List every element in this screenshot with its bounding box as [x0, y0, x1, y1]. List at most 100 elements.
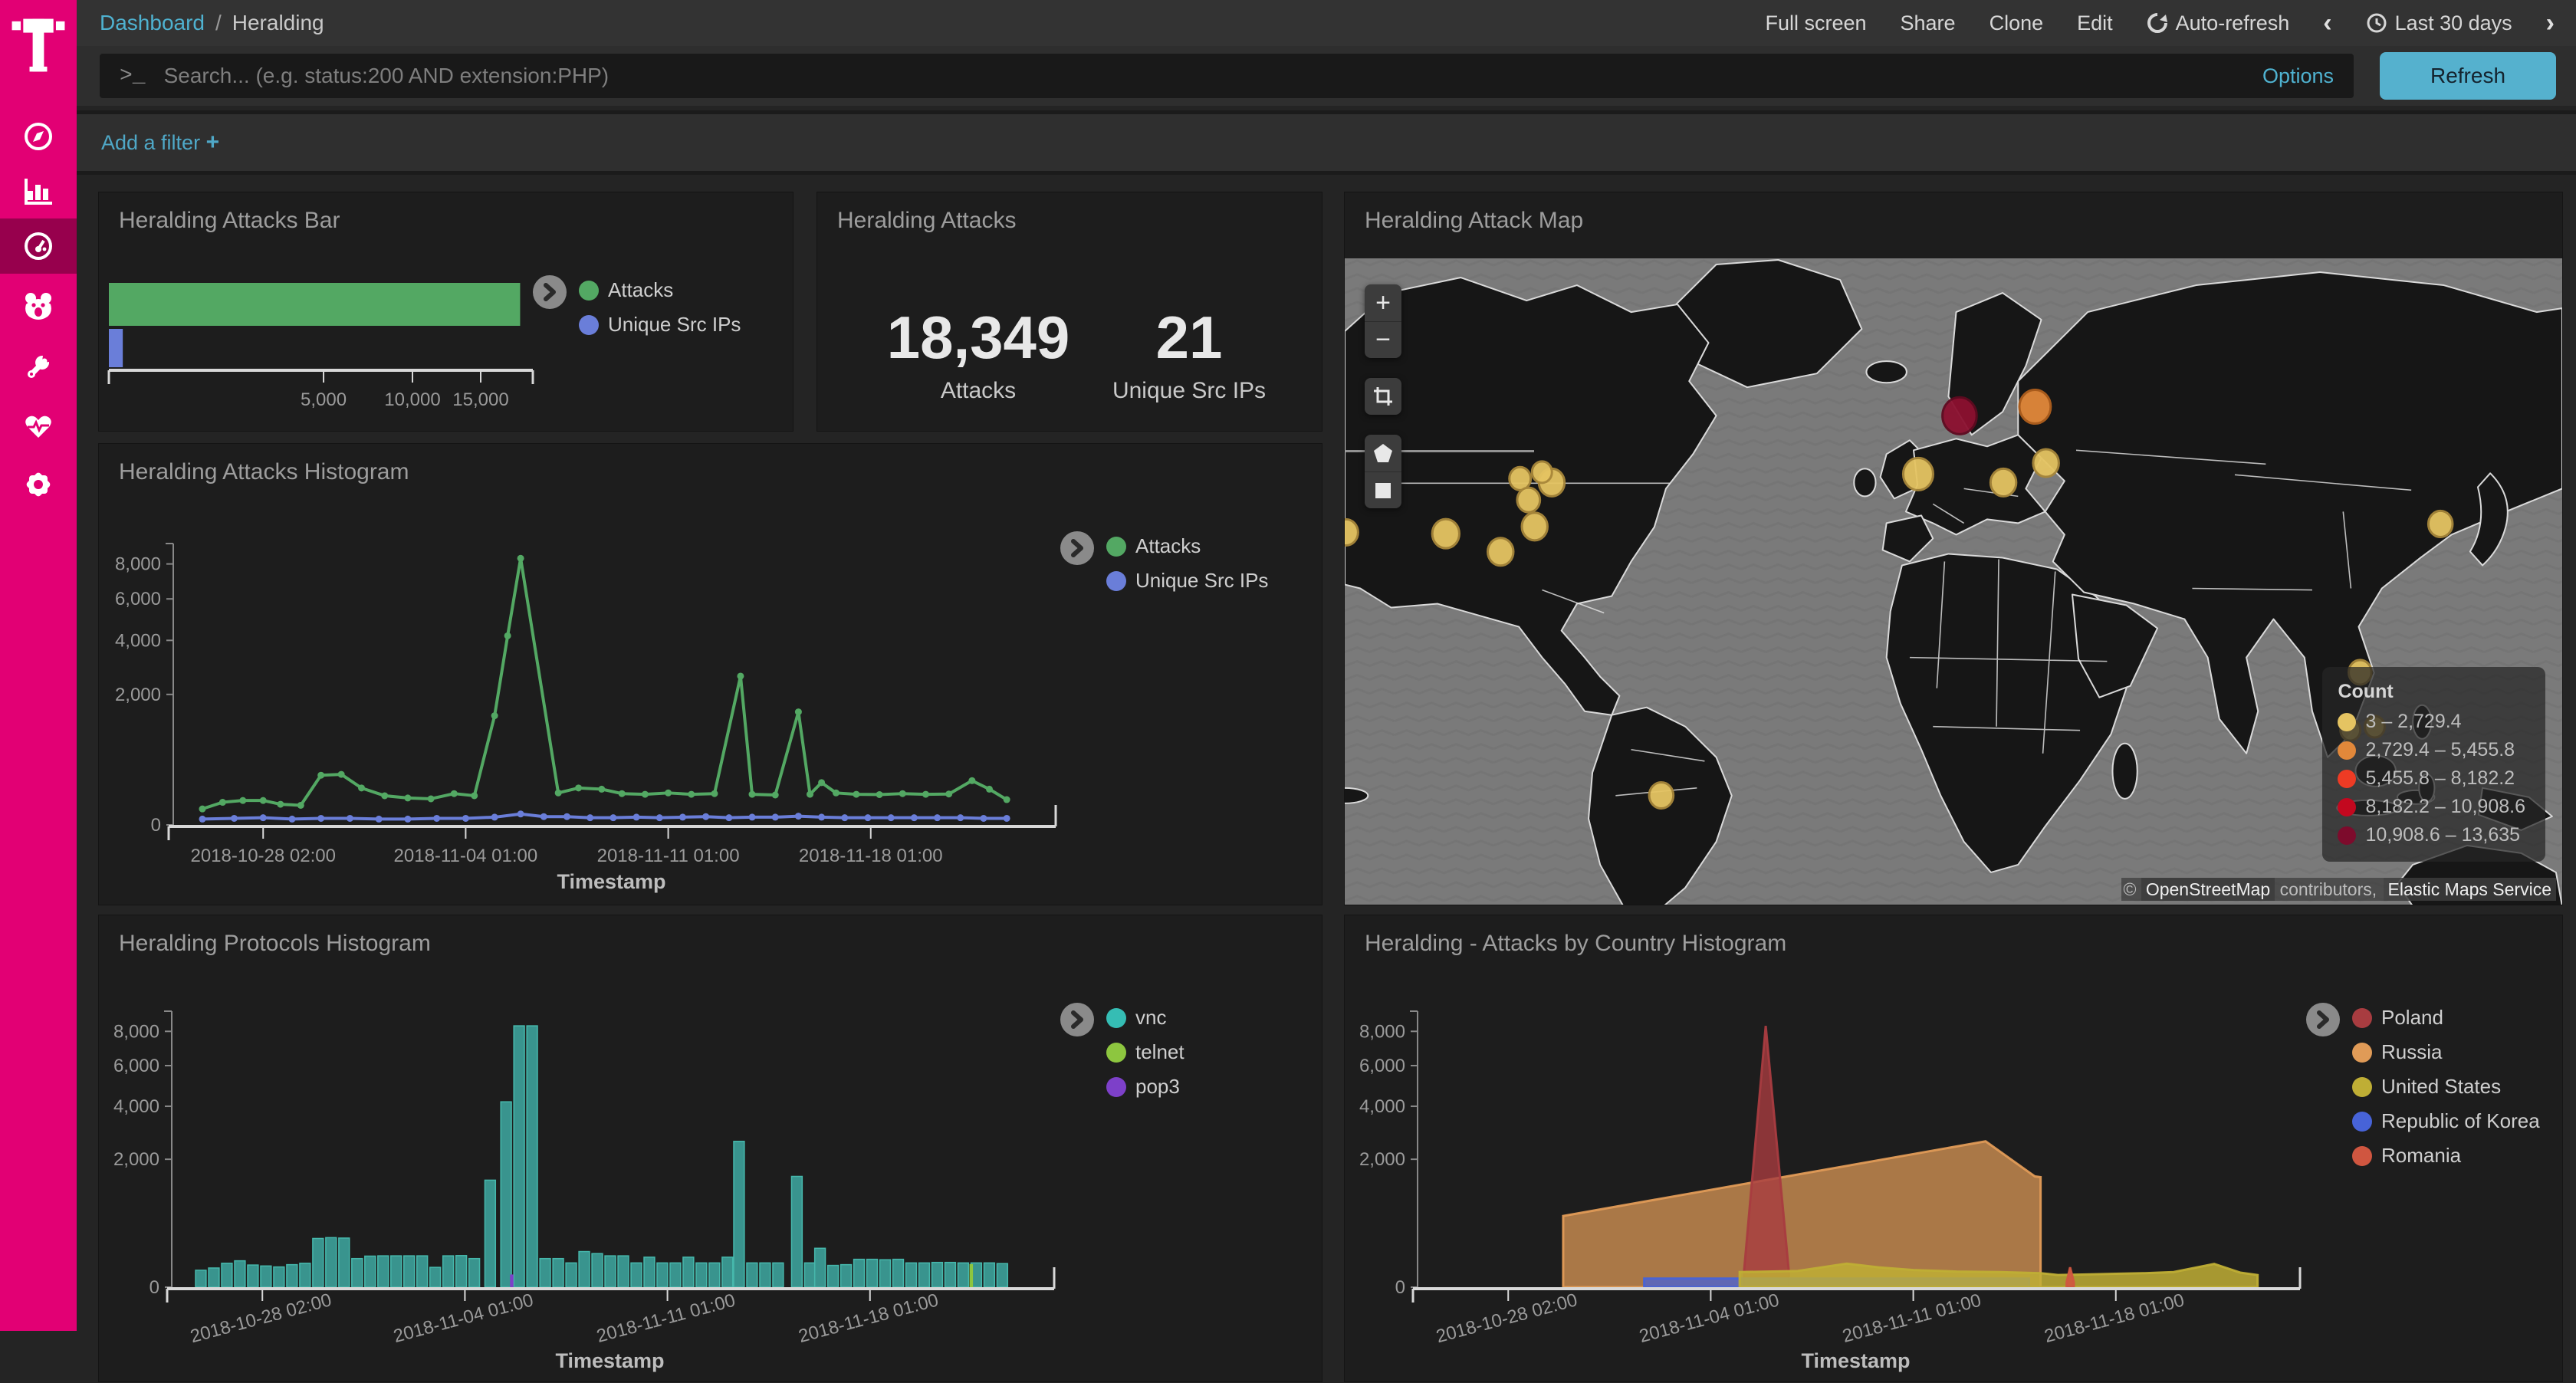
- clone-button[interactable]: Clone: [1990, 11, 2044, 35]
- map-legend-item: 3 – 2,729.4: [2338, 711, 2525, 733]
- world-map[interactable]: + −: [1345, 258, 2562, 905]
- svg-text:2018-11-18 01:00: 2018-11-18 01:00: [799, 846, 943, 866]
- add-filter-link[interactable]: Add a filter +: [101, 130, 219, 156]
- attack-location-dot[interactable]: [1532, 462, 1552, 483]
- edit-button[interactable]: Edit: [2077, 11, 2113, 35]
- legend-toggle-chevron-icon[interactable]: [1060, 531, 1094, 565]
- time-next-button[interactable]: ›: [2546, 10, 2555, 36]
- legend-item[interactable]: Unique Src IPs: [1106, 569, 1268, 593]
- attack-location-dot[interactable]: [2428, 511, 2453, 537]
- refresh-button[interactable]: Refresh: [2380, 52, 2556, 100]
- plus-icon: +: [206, 130, 220, 155]
- panel-heralding-country-histogram: Heralding - Attacks by Country Histogram…: [1344, 915, 2563, 1382]
- ems-link[interactable]: Elastic Maps Service: [2384, 878, 2556, 901]
- panel-title: Heralding - Attacks by Country Histogram: [1365, 931, 1786, 957]
- sidebar-item-bear[interactable]: [0, 278, 77, 333]
- breadcrumb-current: Heralding: [232, 11, 324, 35]
- svg-text:Timestamp: Timestamp: [557, 870, 665, 893]
- map-legend-color-dot: [2338, 770, 2356, 788]
- legend-item[interactable]: United States: [2352, 1075, 2540, 1099]
- osm-link[interactable]: OpenStreetMap: [2141, 878, 2275, 901]
- query-prompt-icon: >_: [120, 64, 146, 88]
- options-link[interactable]: Options: [2262, 64, 2334, 88]
- attack-location-dot[interactable]: [1903, 458, 1933, 490]
- sidebar-item-wrench[interactable]: [0, 339, 77, 394]
- map-legend-label: 2,729.4 – 5,455.8: [2365, 739, 2515, 761]
- svg-text:2018-11-11 01:00: 2018-11-11 01:00: [597, 846, 740, 866]
- svg-text:2,000: 2,000: [113, 1149, 159, 1170]
- attack-location-dot[interactable]: [1488, 538, 1513, 566]
- svg-text:0: 0: [150, 1277, 159, 1298]
- legend-item[interactable]: Poland: [2352, 1006, 2540, 1030]
- attack-location-dot[interactable]: [1522, 513, 1547, 540]
- square-icon: [1373, 481, 1393, 501]
- attack-location-dot[interactable]: [1990, 468, 2016, 496]
- legend-toggle-chevron-icon[interactable]: [533, 275, 567, 309]
- time-prev-button[interactable]: ‹: [2323, 10, 2331, 36]
- sidebar-item-gear[interactable]: [0, 457, 77, 512]
- auto-refresh-button[interactable]: Auto-refresh: [2147, 11, 2290, 35]
- panel-title: Heralding Attacks: [837, 208, 1016, 234]
- attack-location-dot[interactable]: [2033, 449, 2058, 477]
- panel-heralding-attacks-bar: Heralding Attacks Bar 5,00010,00015,000 …: [98, 192, 794, 432]
- legend-item[interactable]: Russia: [2352, 1040, 2540, 1064]
- t-mobile-logo[interactable]: [0, 11, 77, 80]
- legend-color-dot: [1106, 1077, 1126, 1097]
- svg-text:4,000: 4,000: [1359, 1096, 1405, 1117]
- attack-location-dot[interactable]: [1649, 782, 1674, 808]
- map-legend-color-dot: [2338, 713, 2356, 731]
- attack-location-dot[interactable]: [1943, 397, 1977, 434]
- search-input[interactable]: [163, 63, 2247, 89]
- legend-item[interactable]: pop3: [1106, 1075, 1184, 1099]
- search-bar-row: >_ Options Refresh: [77, 46, 2576, 106]
- legend-item[interactable]: telnet: [1106, 1040, 1184, 1064]
- sidebar-item-gauge[interactable]: [0, 218, 77, 274]
- legend-item[interactable]: vnc: [1106, 1006, 1184, 1030]
- svg-text:10,000: 10,000: [384, 389, 440, 410]
- clock-icon: [2366, 12, 2387, 34]
- panel-heralding-attack-map: Heralding Attack Map: [1344, 192, 2563, 905]
- legend-color-dot: [2352, 1077, 2372, 1097]
- attack-location-dot[interactable]: [1517, 488, 1540, 512]
- map-zoom-in-button[interactable]: +: [1365, 284, 1401, 321]
- attacks-histogram-chart[interactable]: 02,0004,0006,0008,0002018-10-28 02:00201…: [99, 444, 1323, 906]
- panel-heralding-attacks-histogram: Heralding Attacks Histogram 02,0004,0006…: [98, 443, 1322, 905]
- legend-item[interactable]: Attacks: [579, 278, 741, 302]
- map-zoom-out-button[interactable]: −: [1365, 321, 1401, 358]
- svg-text:6,000: 6,000: [113, 1056, 159, 1076]
- legend-toggle-chevron-icon[interactable]: [1060, 1003, 1094, 1036]
- metric-value: 18,349: [863, 307, 1093, 367]
- svg-text:8,000: 8,000: [1359, 1021, 1405, 1042]
- protocols-histogram-chart[interactable]: 02,0004,0006,0008,0002018-10-28 02:00201…: [99, 915, 1323, 1383]
- refresh-cycle-icon: [2147, 12, 2168, 34]
- map-draw-polygon-button[interactable]: [1365, 435, 1401, 471]
- filter-bar-row: Add a filter +: [77, 110, 2576, 175]
- breadcrumb: Dashboard / Heralding: [100, 11, 324, 35]
- legend-item[interactable]: Republic of Korea: [2352, 1109, 2540, 1133]
- attack-location-dot[interactable]: [2019, 389, 2051, 423]
- svg-text:5,000: 5,000: [301, 389, 347, 410]
- full-screen-button[interactable]: Full screen: [1765, 11, 1866, 35]
- map-legend-item: 10,908.6 – 13,635: [2338, 824, 2525, 846]
- svg-text:8,000: 8,000: [115, 554, 161, 575]
- map-fit-data-button[interactable]: [1365, 378, 1401, 415]
- sidebar-item-compass[interactable]: [0, 109, 77, 164]
- legend-item[interactable]: Unique Src IPs: [579, 313, 741, 337]
- legend-label: United States: [2381, 1075, 2501, 1099]
- legend-item[interactable]: Romania: [2352, 1144, 2540, 1168]
- breadcrumb-dashboard-link[interactable]: Dashboard: [100, 11, 205, 35]
- map-draw-rectangle-button[interactable]: [1365, 471, 1401, 508]
- legend-item[interactable]: Attacks: [1106, 534, 1268, 558]
- time-range-button[interactable]: Last 30 days: [2366, 11, 2512, 35]
- legend-color-dot: [2352, 1146, 2372, 1166]
- legend-label: Unique Src IPs: [608, 313, 741, 337]
- legend-toggle-chevron-icon[interactable]: [2306, 1003, 2340, 1036]
- sidebar-item-bar-chart[interactable]: [0, 163, 77, 218]
- bear-icon: [23, 291, 54, 321]
- attack-location-dot[interactable]: [1345, 519, 1358, 545]
- pentagon-icon: [1373, 443, 1393, 463]
- sidebar-item-heartbeat[interactable]: [0, 399, 77, 455]
- share-button[interactable]: Share: [1901, 11, 1956, 35]
- attack-location-dot[interactable]: [1432, 519, 1459, 548]
- svg-text:2,000: 2,000: [115, 685, 161, 705]
